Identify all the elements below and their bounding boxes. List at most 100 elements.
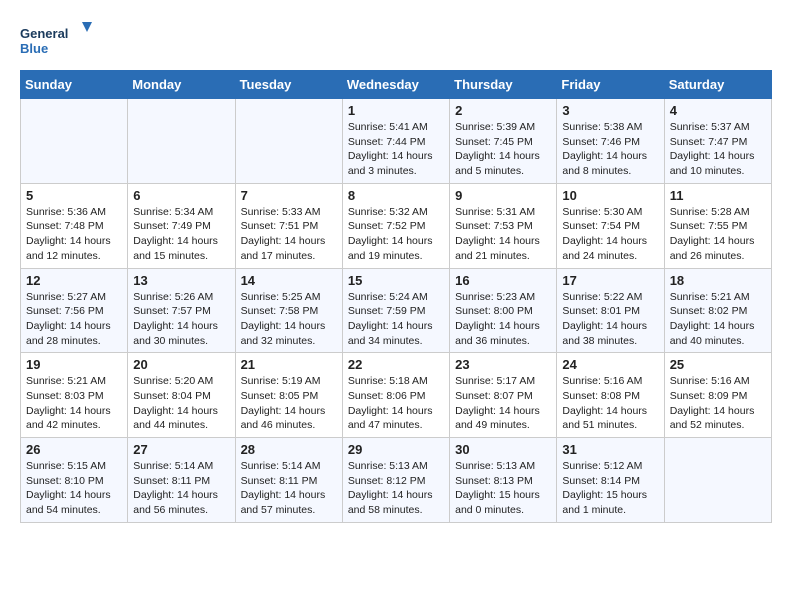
day-number: 27 bbox=[133, 442, 229, 457]
cell-info: Sunrise: 5:16 AM Sunset: 8:08 PM Dayligh… bbox=[562, 374, 658, 433]
calendar-cell: 24 Sunrise: 5:16 AM Sunset: 8:08 PM Dayli… bbox=[557, 353, 664, 438]
calendar-cell: 12 Sunrise: 5:27 AM Sunset: 7:56 PM Dayli… bbox=[21, 268, 128, 353]
logo-icon: General Blue bbox=[20, 20, 100, 60]
calendar-cell: 14 Sunrise: 5:25 AM Sunset: 7:58 PM Dayli… bbox=[235, 268, 342, 353]
day-header-monday: Monday bbox=[128, 71, 235, 99]
cell-info: Sunrise: 5:17 AM Sunset: 8:07 PM Dayligh… bbox=[455, 374, 551, 433]
day-number: 21 bbox=[241, 357, 337, 372]
calendar-cell: 21Sunrise: 5:19 AM Sunset: 8:05 PM Dayli… bbox=[235, 353, 342, 438]
day-number: 20 bbox=[133, 357, 229, 372]
cell-info: Sunrise: 5:16 AM Sunset: 8:09 PM Dayligh… bbox=[670, 374, 766, 433]
calendar-cell: 19 Sunrise: 5:21 AM Sunset: 8:03 PM Dayli… bbox=[21, 353, 128, 438]
day-number: 8 bbox=[348, 188, 444, 203]
cell-info: Sunrise: 5:33 AM Sunset: 7:51 PM Dayligh… bbox=[241, 205, 337, 264]
day-number: 28 bbox=[241, 442, 337, 457]
cell-info: Sunrise: 5:37 AM Sunset: 7:47 PM Dayligh… bbox=[670, 120, 766, 179]
svg-text:Blue: Blue bbox=[20, 41, 48, 56]
calendar-cell: 29 Sunrise: 5:13 AM Sunset: 8:12 PM Dayli… bbox=[342, 438, 449, 523]
cell-info: Sunrise: 5:12 AM Sunset: 8:14 PM Dayligh… bbox=[562, 459, 658, 518]
calendar-cell: 13Sunrise: 5:26 AM Sunset: 7:57 PM Dayli… bbox=[128, 268, 235, 353]
calendar-cell: 16 Sunrise: 5:23 AM Sunset: 8:00 PM Dayli… bbox=[450, 268, 557, 353]
calendar-cell: 3 Sunrise: 5:38 AM Sunset: 7:46 PM Daylig… bbox=[557, 99, 664, 184]
day-number: 13 bbox=[133, 273, 229, 288]
cell-info: Sunrise: 5:27 AM Sunset: 7:56 PM Dayligh… bbox=[26, 290, 122, 349]
day-number: 7 bbox=[241, 188, 337, 203]
day-number: 14 bbox=[241, 273, 337, 288]
cell-info: Sunrise: 5:36 AM Sunset: 7:48 PM Dayligh… bbox=[26, 205, 122, 264]
day-number: 11 bbox=[670, 188, 766, 203]
cell-info: Sunrise: 5:31 AM Sunset: 7:53 PM Dayligh… bbox=[455, 205, 551, 264]
day-number: 9 bbox=[455, 188, 551, 203]
calendar-cell: 2Sunrise: 5:39 AM Sunset: 7:45 PM Daylig… bbox=[450, 99, 557, 184]
calendar-cell: 5 Sunrise: 5:36 AM Sunset: 7:48 PM Daylig… bbox=[21, 183, 128, 268]
calendar-cell: 31 Sunrise: 5:12 AM Sunset: 8:14 PM Dayli… bbox=[557, 438, 664, 523]
day-number: 29 bbox=[348, 442, 444, 457]
day-number: 30 bbox=[455, 442, 551, 457]
week-row-1: 5 Sunrise: 5:36 AM Sunset: 7:48 PM Daylig… bbox=[21, 183, 772, 268]
header-row: SundayMondayTuesdayWednesdayThursdayFrid… bbox=[21, 71, 772, 99]
cell-info: Sunrise: 5:28 AM Sunset: 7:55 PM Dayligh… bbox=[670, 205, 766, 264]
cell-info: Sunrise: 5:38 AM Sunset: 7:46 PM Dayligh… bbox=[562, 120, 658, 179]
week-row-2: 12 Sunrise: 5:27 AM Sunset: 7:56 PM Dayli… bbox=[21, 268, 772, 353]
week-row-4: 26Sunrise: 5:15 AM Sunset: 8:10 PM Dayli… bbox=[21, 438, 772, 523]
calendar-cell: 11 Sunrise: 5:28 AM Sunset: 7:55 PM Dayli… bbox=[664, 183, 771, 268]
calendar-cell: 18 Sunrise: 5:21 AM Sunset: 8:02 PM Dayli… bbox=[664, 268, 771, 353]
cell-info: Sunrise: 5:34 AM Sunset: 7:49 PM Dayligh… bbox=[133, 205, 229, 264]
calendar-cell: 9 Sunrise: 5:31 AM Sunset: 7:53 PM Daylig… bbox=[450, 183, 557, 268]
cell-info: Sunrise: 5:15 AM Sunset: 8:10 PM Dayligh… bbox=[26, 459, 122, 518]
cell-info: Sunrise: 5:25 AM Sunset: 7:58 PM Dayligh… bbox=[241, 290, 337, 349]
day-number: 4 bbox=[670, 103, 766, 118]
calendar-cell: 4 Sunrise: 5:37 AM Sunset: 7:47 PM Daylig… bbox=[664, 99, 771, 184]
calendar-cell: 22 Sunrise: 5:18 AM Sunset: 8:06 PM Dayli… bbox=[342, 353, 449, 438]
calendar-cell bbox=[128, 99, 235, 184]
cell-info: Sunrise: 5:41 AM Sunset: 7:44 PM Dayligh… bbox=[348, 120, 444, 179]
day-number: 12 bbox=[26, 273, 122, 288]
calendar-cell: 28 Sunrise: 5:14 AM Sunset: 8:11 PM Dayli… bbox=[235, 438, 342, 523]
cell-info: Sunrise: 5:23 AM Sunset: 8:00 PM Dayligh… bbox=[455, 290, 551, 349]
cell-info: Sunrise: 5:32 AM Sunset: 7:52 PM Dayligh… bbox=[348, 205, 444, 264]
calendar-cell: 27 Sunrise: 5:14 AM Sunset: 8:11 PM Dayli… bbox=[128, 438, 235, 523]
day-header-sunday: Sunday bbox=[21, 71, 128, 99]
calendar-cell: 23 Sunrise: 5:17 AM Sunset: 8:07 PM Dayli… bbox=[450, 353, 557, 438]
calendar-cell: 30 Sunrise: 5:13 AM Sunset: 8:13 PM Dayli… bbox=[450, 438, 557, 523]
day-header-thursday: Thursday bbox=[450, 71, 557, 99]
day-header-wednesday: Wednesday bbox=[342, 71, 449, 99]
calendar-cell: 10 Sunrise: 5:30 AM Sunset: 7:54 PM Dayli… bbox=[557, 183, 664, 268]
cell-info: Sunrise: 5:18 AM Sunset: 8:06 PM Dayligh… bbox=[348, 374, 444, 433]
cell-info: Sunrise: 5:21 AM Sunset: 8:03 PM Dayligh… bbox=[26, 374, 122, 433]
day-number: 22 bbox=[348, 357, 444, 372]
day-number: 24 bbox=[562, 357, 658, 372]
cell-info: Sunrise: 5:22 AM Sunset: 8:01 PM Dayligh… bbox=[562, 290, 658, 349]
cell-info: Sunrise: 5:13 AM Sunset: 8:12 PM Dayligh… bbox=[348, 459, 444, 518]
calendar-cell bbox=[664, 438, 771, 523]
calendar-cell: 6Sunrise: 5:34 AM Sunset: 7:49 PM Daylig… bbox=[128, 183, 235, 268]
day-number: 10 bbox=[562, 188, 658, 203]
day-header-saturday: Saturday bbox=[664, 71, 771, 99]
calendar-cell: 17 Sunrise: 5:22 AM Sunset: 8:01 PM Dayli… bbox=[557, 268, 664, 353]
day-number: 18 bbox=[670, 273, 766, 288]
day-number: 15 bbox=[348, 273, 444, 288]
cell-info: Sunrise: 5:13 AM Sunset: 8:13 PM Dayligh… bbox=[455, 459, 551, 518]
header: General Blue bbox=[20, 20, 772, 60]
day-number: 5 bbox=[26, 188, 122, 203]
day-number: 31 bbox=[562, 442, 658, 457]
day-number: 16 bbox=[455, 273, 551, 288]
cell-info: Sunrise: 5:14 AM Sunset: 8:11 PM Dayligh… bbox=[241, 459, 337, 518]
day-number: 19 bbox=[26, 357, 122, 372]
cell-info: Sunrise: 5:21 AM Sunset: 8:02 PM Dayligh… bbox=[670, 290, 766, 349]
cell-info: Sunrise: 5:20 AM Sunset: 8:04 PM Dayligh… bbox=[133, 374, 229, 433]
day-number: 1 bbox=[348, 103, 444, 118]
day-number: 17 bbox=[562, 273, 658, 288]
day-number: 2 bbox=[455, 103, 551, 118]
day-number: 3 bbox=[562, 103, 658, 118]
cell-info: Sunrise: 5:30 AM Sunset: 7:54 PM Dayligh… bbox=[562, 205, 658, 264]
calendar-cell: 1 Sunrise: 5:41 AM Sunset: 7:44 PM Daylig… bbox=[342, 99, 449, 184]
day-header-friday: Friday bbox=[557, 71, 664, 99]
cell-info: Sunrise: 5:14 AM Sunset: 8:11 PM Dayligh… bbox=[133, 459, 229, 518]
calendar-cell: 20 Sunrise: 5:20 AM Sunset: 8:04 PM Dayli… bbox=[128, 353, 235, 438]
day-number: 23 bbox=[455, 357, 551, 372]
calendar-cell bbox=[21, 99, 128, 184]
calendar-cell: 15Sunrise: 5:24 AM Sunset: 7:59 PM Dayli… bbox=[342, 268, 449, 353]
svg-text:General: General bbox=[20, 26, 68, 41]
week-row-3: 19 Sunrise: 5:21 AM Sunset: 8:03 PM Dayli… bbox=[21, 353, 772, 438]
